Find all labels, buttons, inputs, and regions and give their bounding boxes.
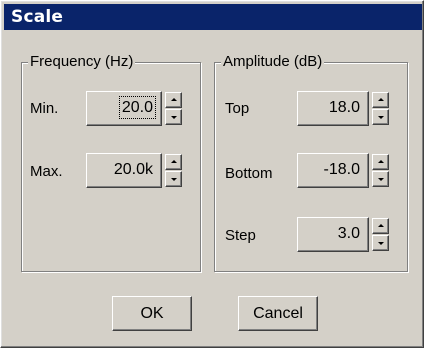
frequency-min-down-button[interactable] bbox=[165, 109, 182, 125]
min-label: Min. bbox=[30, 100, 59, 117]
arrow-down-icon bbox=[378, 116, 384, 119]
frequency-max-down-button[interactable] bbox=[165, 171, 182, 187]
amplitude-step-up-button[interactable] bbox=[372, 218, 389, 234]
bottom-label: Bottom bbox=[225, 165, 273, 182]
scale-dialog: Scale Frequency (Hz) Min. 20.0 Max. 20.0… bbox=[0, 0, 424, 348]
frequency-max-field[interactable]: 20.0k bbox=[86, 153, 162, 188]
amplitude-top-field[interactable]: 18.0 bbox=[297, 91, 369, 126]
arrow-up-icon bbox=[171, 160, 177, 163]
step-label: Step bbox=[225, 227, 256, 244]
frequency-min-field[interactable]: 20.0 bbox=[86, 91, 162, 126]
amplitude-top-spinner bbox=[372, 92, 389, 125]
amplitude-bottom-field[interactable]: -18.0 bbox=[297, 153, 369, 188]
arrow-down-icon bbox=[378, 242, 384, 245]
dialog-title: Scale bbox=[11, 7, 64, 27]
amplitude-bottom-up-button[interactable] bbox=[372, 154, 389, 170]
arrow-up-icon bbox=[378, 224, 384, 227]
arrow-up-icon bbox=[171, 98, 177, 101]
amplitude-step-down-button[interactable] bbox=[372, 235, 389, 251]
title-bar[interactable]: Scale bbox=[4, 4, 422, 30]
amplitude-step-field[interactable]: 3.0 bbox=[297, 217, 369, 252]
arrow-down-icon bbox=[171, 116, 177, 119]
arrow-down-icon bbox=[171, 178, 177, 181]
frequency-min-spinner bbox=[165, 92, 182, 125]
frequency-max-spinner bbox=[165, 154, 182, 187]
amplitude-bottom-spinner bbox=[372, 154, 389, 187]
ok-button[interactable]: OK bbox=[112, 296, 192, 331]
frequency-max-up-button[interactable] bbox=[165, 154, 182, 170]
frequency-min-up-button[interactable] bbox=[165, 92, 182, 108]
arrow-up-icon bbox=[378, 98, 384, 101]
top-label: Top bbox=[225, 100, 250, 117]
amplitude-top-down-button[interactable] bbox=[372, 109, 389, 125]
arrow-up-icon bbox=[378, 160, 384, 163]
amplitude-step-spinner bbox=[372, 218, 389, 251]
arrow-down-icon bbox=[378, 178, 384, 181]
amplitude-legend: Amplitude (dB) bbox=[221, 53, 325, 71]
frequency-legend: Frequency (Hz) bbox=[28, 53, 136, 71]
amplitude-top-up-button[interactable] bbox=[372, 92, 389, 108]
frequency-min-value: 20.0 bbox=[118, 96, 157, 119]
amplitude-bottom-down-button[interactable] bbox=[372, 171, 389, 187]
cancel-button[interactable]: Cancel bbox=[238, 296, 318, 331]
max-label: Max. bbox=[30, 163, 63, 180]
